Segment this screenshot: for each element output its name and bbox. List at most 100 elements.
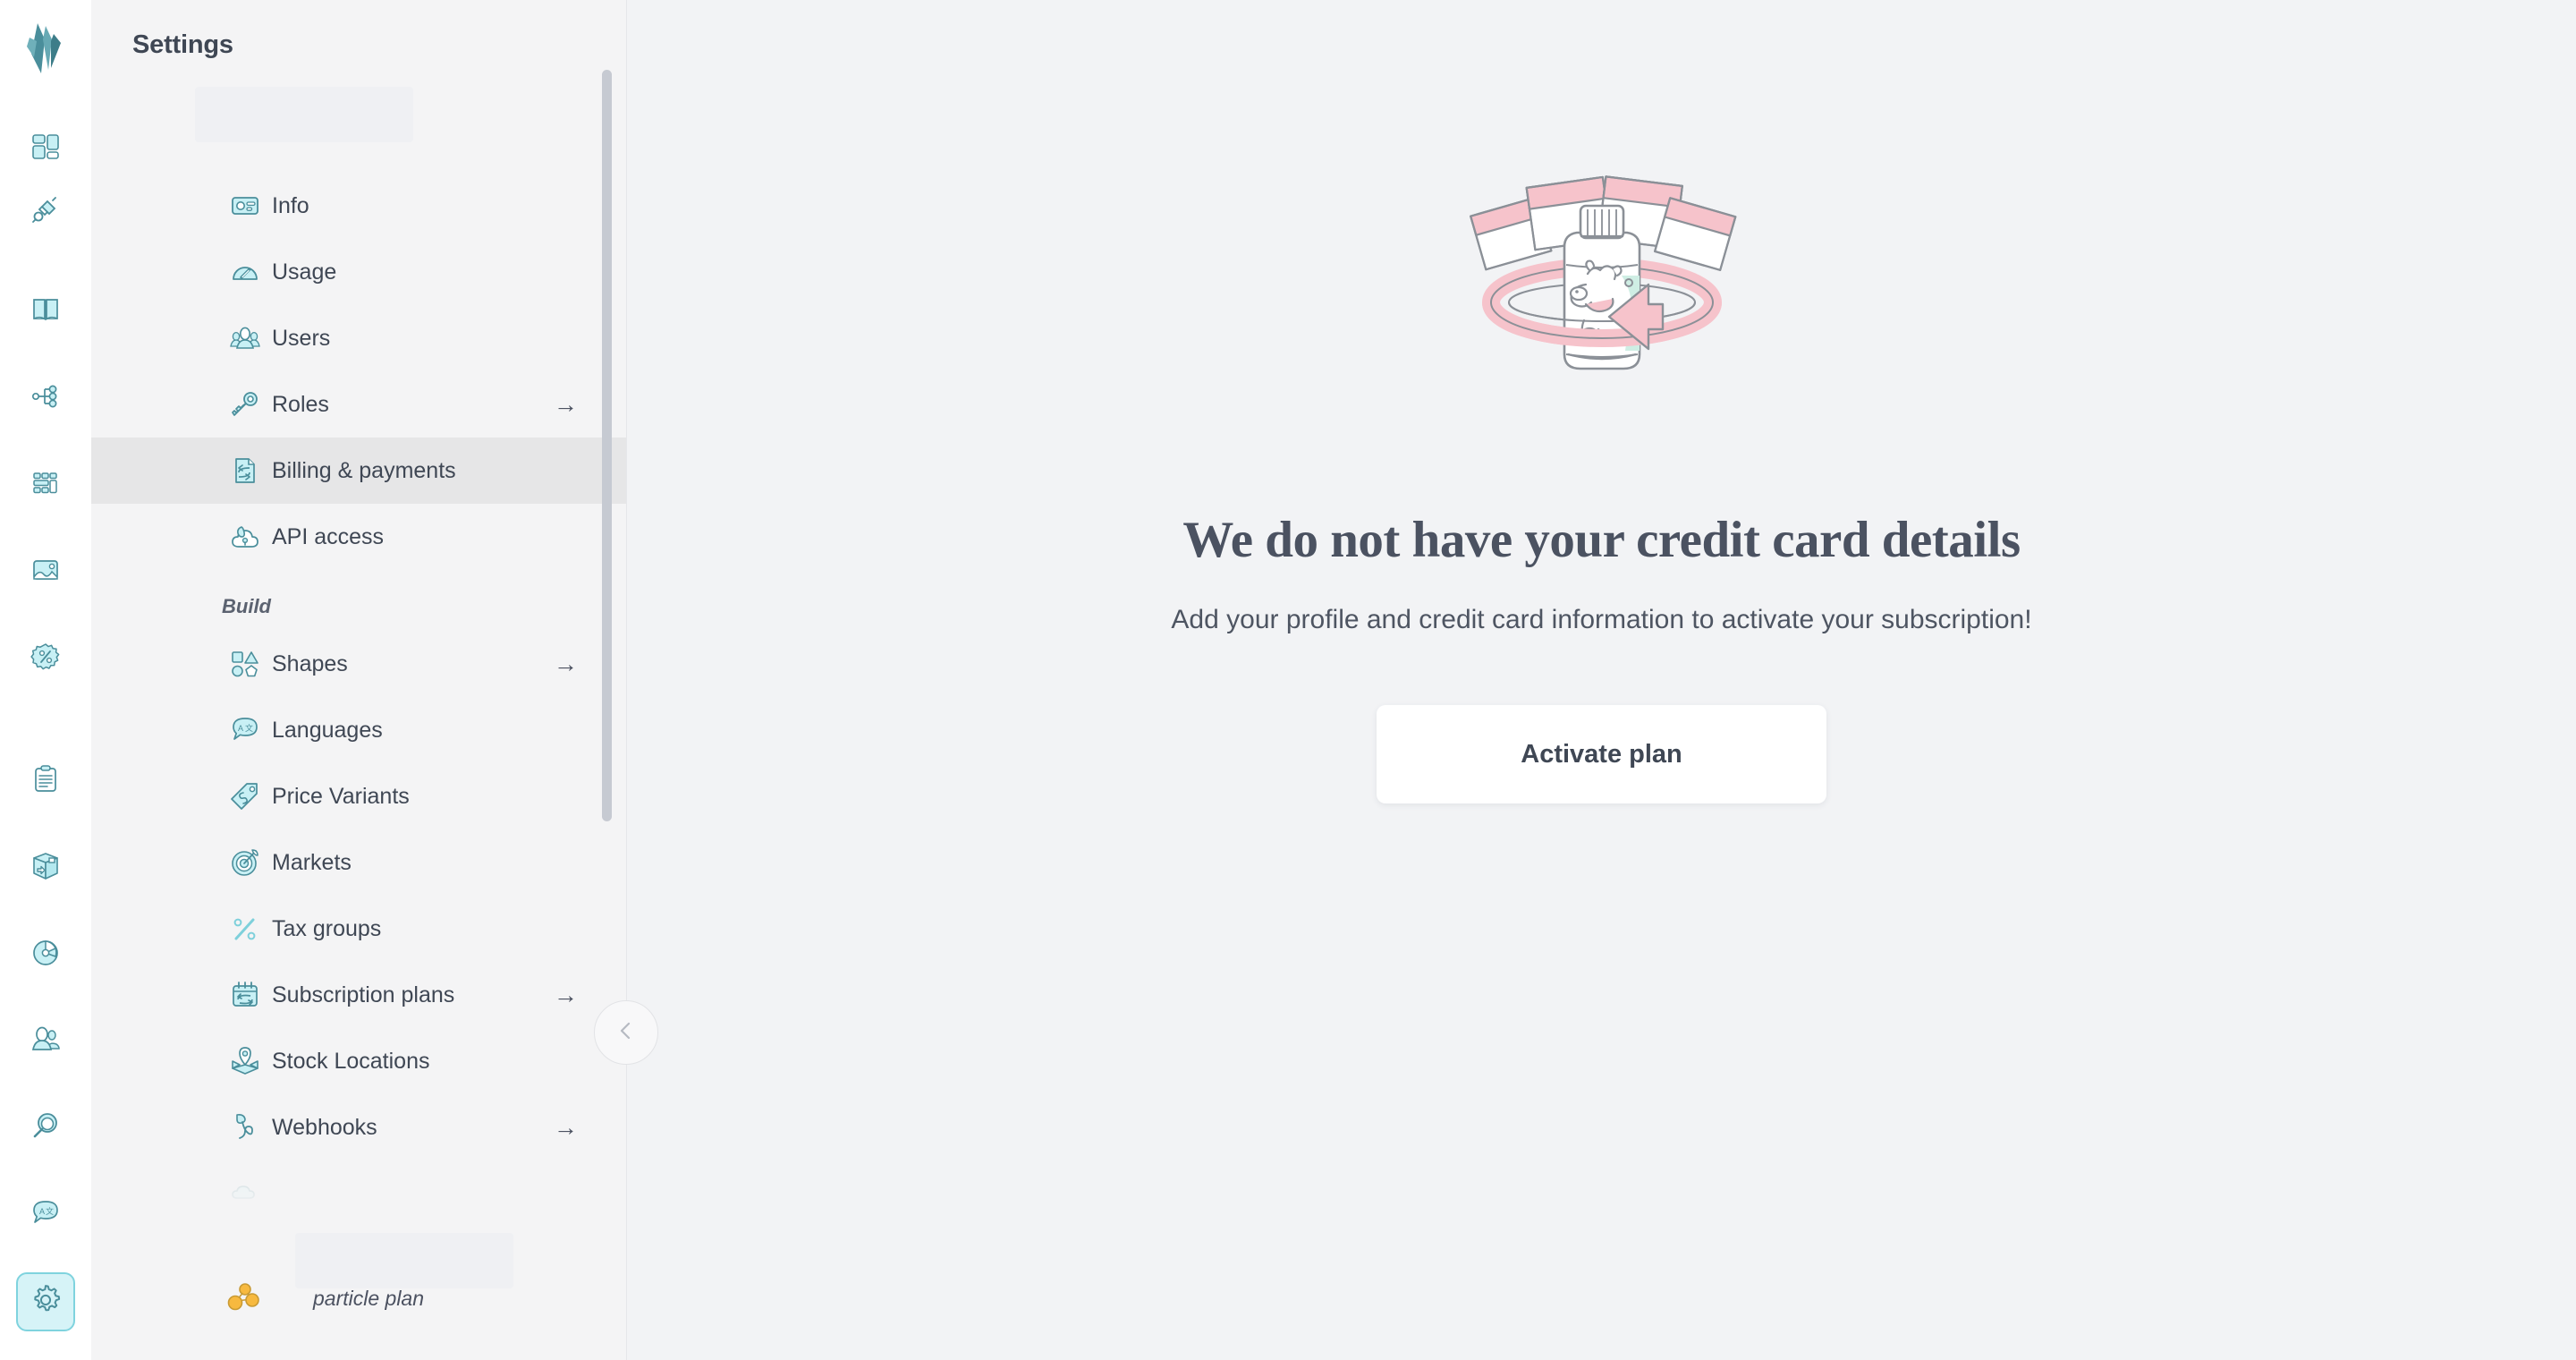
search-icon <box>30 1110 62 1147</box>
panel-footer: particle plan <box>91 1226 626 1360</box>
rail-item-media[interactable] <box>16 542 75 601</box>
particle-molecule-icon <box>225 1278 263 1320</box>
sidebar-item-label: Info <box>272 192 309 218</box>
sidebar-item-billing-payments[interactable]: Billing & payments <box>91 438 626 504</box>
rail-item-topics[interactable] <box>16 369 75 428</box>
topics-tree-icon <box>30 380 62 417</box>
svg-text:文: 文 <box>46 1206 54 1216</box>
analytics-pie-icon <box>30 937 62 973</box>
dashboard-icon <box>30 131 62 167</box>
sidebar-item-label: Price Variants <box>272 783 410 809</box>
sidebar-item-label: Users <box>272 325 331 351</box>
app-root: A 文 Settings Info Usage Users Roles → Bi… <box>0 0 2576 1360</box>
section-header-build: Build <box>222 595 271 617</box>
sidebar-item-label: Markets <box>272 849 352 875</box>
rail-item-orders[interactable] <box>16 752 75 811</box>
arrow-right-icon: → <box>554 390 578 418</box>
sidebar-item-label: Billing & payments <box>272 457 456 483</box>
panel-scrollbar-thumb[interactable] <box>602 70 612 821</box>
sidebar-item-tax-groups[interactable]: Tax groups <box>91 896 626 962</box>
sidebar-item-price-variants[interactable]: Price Variants <box>91 763 626 829</box>
collapse-panel-button[interactable] <box>594 1000 658 1065</box>
sidebar-item-api-access[interactable]: API access <box>91 504 626 570</box>
languages-icon: A 文 <box>225 710 265 750</box>
crystallize-logo[interactable] <box>21 21 70 80</box>
sidebar-item-label: Stock Locations <box>272 1048 430 1074</box>
sidebar-item-label: API access <box>272 523 385 549</box>
markets-target-icon <box>225 843 265 882</box>
rail-item-customers[interactable] <box>16 1012 75 1071</box>
sidebar-item-label: Roles <box>272 391 329 417</box>
billing-document-icon <box>225 451 265 490</box>
sidebar-item-info[interactable]: Info <box>91 173 626 239</box>
plug-icon <box>30 194 62 231</box>
arrow-right-icon: → <box>554 1113 578 1141</box>
shapes-icon <box>225 644 265 684</box>
webhooks-hook-icon <box>225 1108 265 1147</box>
rail-item-translations[interactable]: A 文 <box>16 1186 75 1245</box>
chevron-left-icon <box>614 1019 638 1047</box>
sidebar-item-roles[interactable]: Roles → <box>91 371 626 438</box>
subscription-calendar-icon <box>225 975 265 1015</box>
price-tag-icon <box>225 777 265 816</box>
sidebar-item-partially-hidden[interactable] <box>91 1160 626 1226</box>
rail-item-settings[interactable] <box>16 1272 75 1331</box>
info-card-icon <box>225 186 265 225</box>
components-grid-icon <box>30 467 62 504</box>
rail-item-discounts[interactable] <box>16 629 75 688</box>
settings-menu: Info Usage Users Roles → Billing & payme… <box>91 173 626 1226</box>
users-icon <box>225 319 265 358</box>
sidebar-item-label: Webhooks <box>272 1114 377 1140</box>
sidebar-item-label: Subscription plans <box>272 982 455 1007</box>
api-cloud-icon <box>225 517 265 557</box>
sidebar-item-stock-locations[interactable]: Stock Locations <box>91 1028 626 1094</box>
sidebar-item-users[interactable]: Users <box>91 305 626 371</box>
orders-clipboard-icon <box>30 763 62 800</box>
rail-item-integrations[interactable] <box>16 183 75 242</box>
gear-icon <box>29 1283 63 1322</box>
sidebar-item-usage[interactable]: Usage <box>91 239 626 305</box>
page-title: Settings <box>132 30 233 59</box>
media-image-icon <box>30 554 62 591</box>
plan-row[interactable]: particle plan <box>225 1278 424 1320</box>
sidebar-item-label: Tax groups <box>272 915 382 941</box>
rail-item-analytics[interactable] <box>16 925 75 984</box>
roles-key-icon <box>225 385 265 424</box>
subline: Add your profile and credit card informa… <box>1171 605 2032 634</box>
stock-location-icon <box>225 1041 265 1081</box>
rail-item-search[interactable] <box>16 1099 75 1158</box>
activate-plan-button[interactable]: Activate plan <box>1377 705 1826 803</box>
rail-item-dashboard[interactable] <box>16 119 75 178</box>
catalogue-book-icon <box>30 293 62 330</box>
tax-percent-icon <box>225 909 265 948</box>
sidebar-item-label: Usage <box>272 259 337 285</box>
usage-gauge-icon <box>225 252 265 292</box>
arrow-right-icon: → <box>554 981 578 1008</box>
sidebar-item-shapes[interactable]: Shapes → <box>91 631 626 697</box>
sidebar-item-languages[interactable]: A 文 Languages <box>91 697 626 763</box>
rail-item-shipments[interactable] <box>16 838 75 897</box>
rail-item-components[interactable] <box>16 455 75 514</box>
sidebar-item-webhooks[interactable]: Webhooks → <box>91 1094 626 1160</box>
sidebar-item-label: Shapes <box>272 650 348 676</box>
headline: We do not have your credit card details <box>1182 512 2021 568</box>
customers-icon <box>30 1024 62 1060</box>
sidebar-item-subscription-plans[interactable]: Subscription plans → <box>91 962 626 1028</box>
icon-rail: A 文 <box>0 0 91 1360</box>
settings-panel: Settings Info Usage Users Roles → Billin… <box>91 0 658 1360</box>
translation-icon: A 文 <box>30 1197 62 1234</box>
cloud-upload-icon <box>225 1174 265 1213</box>
rail-item-catalogue[interactable] <box>16 282 75 341</box>
sidebar-item-label: Languages <box>272 717 383 743</box>
discounts-percent-icon <box>30 641 62 677</box>
shipments-box-icon <box>30 850 62 887</box>
skeleton-placeholder-top <box>195 87 413 142</box>
panel-scrollbar[interactable] <box>602 70 612 1260</box>
medicine-bottle-illustration <box>1459 150 1745 396</box>
sidebar-item-markets[interactable]: Markets <box>91 829 626 896</box>
main-content: We do not have your credit card details … <box>626 0 2576 1360</box>
arrow-right-icon: → <box>554 650 578 677</box>
svg-text:A: A <box>238 724 243 733</box>
svg-text:A: A <box>39 1207 45 1216</box>
sidebar-item-label <box>272 1181 278 1207</box>
